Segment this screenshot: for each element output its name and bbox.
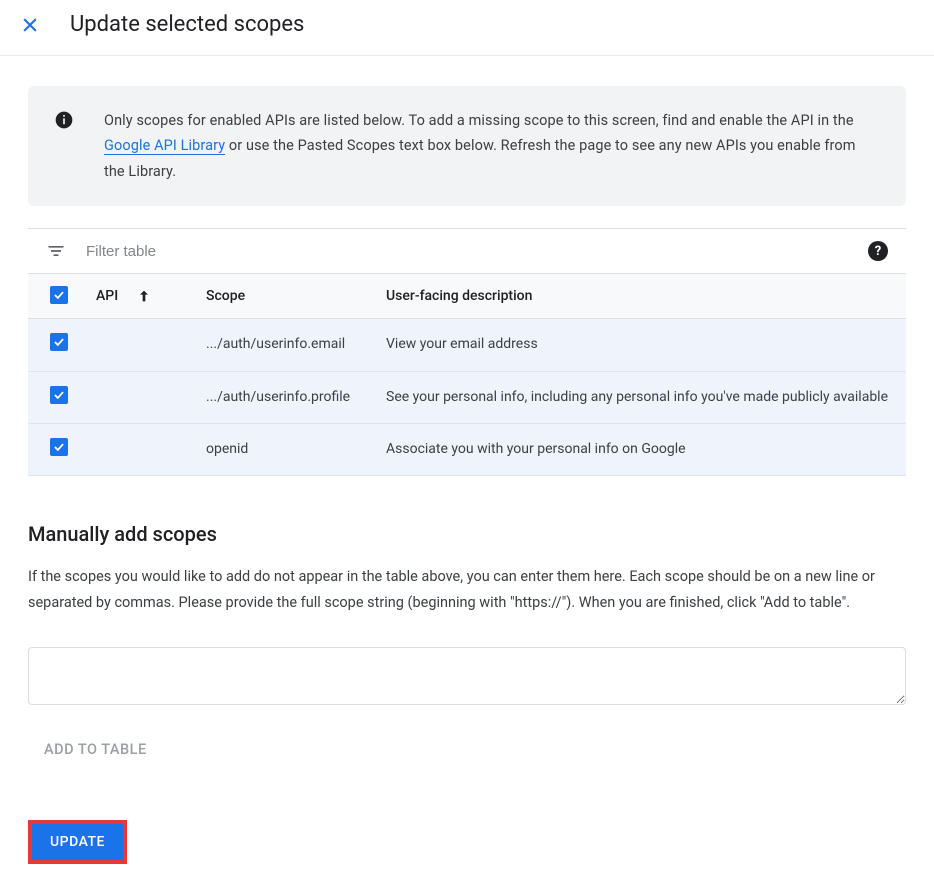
table-row: .../auth/userinfo.profile See your perso…: [28, 371, 906, 423]
row-checkbox[interactable]: [50, 386, 68, 404]
cell-api: [88, 371, 198, 423]
filter-bar: ?: [28, 229, 906, 274]
manual-description: If the scopes you would like to add do n…: [28, 564, 906, 615]
dialog-footer: UPDATE: [0, 820, 934, 874]
page-title: Update selected scopes: [70, 12, 304, 37]
manual-title: Manually add scopes: [28, 522, 906, 546]
scopes-table: API Scope User-facing description .../au…: [28, 274, 906, 476]
info-text-part1: Only scopes for enabled APIs are listed …: [104, 112, 854, 129]
info-icon: [54, 110, 74, 130]
table-body: .../auth/userinfo.email View your email …: [28, 319, 906, 476]
cell-scope: openid: [198, 423, 378, 475]
table-row: openid Associate you with your personal …: [28, 423, 906, 475]
table-row: .../auth/userinfo.email View your email …: [28, 319, 906, 371]
cell-scope: .../auth/userinfo.profile: [198, 371, 378, 423]
sort-arrow-icon: [136, 288, 152, 304]
info-text: Only scopes for enabled APIs are listed …: [104, 108, 880, 184]
close-icon[interactable]: [18, 13, 42, 37]
cell-description: Associate you with your personal info on…: [378, 423, 906, 475]
cell-api: [88, 319, 198, 371]
api-library-link[interactable]: Google API Library: [104, 137, 225, 155]
cell-description: View your email address: [378, 319, 906, 371]
add-to-table-button[interactable]: ADD TO TABLE: [28, 731, 163, 768]
help-icon[interactable]: ?: [868, 241, 888, 261]
filter-input[interactable]: [86, 243, 848, 260]
row-checkbox[interactable]: [50, 438, 68, 456]
filter-icon[interactable]: [46, 241, 66, 261]
cell-scope: .../auth/userinfo.email: [198, 319, 378, 371]
header-scope[interactable]: Scope: [198, 274, 378, 319]
header-api[interactable]: API: [88, 274, 198, 319]
cell-description: See your personal info, including any pe…: [378, 371, 906, 423]
manual-scopes-textarea[interactable]: [28, 647, 906, 705]
select-all-checkbox[interactable]: [50, 286, 68, 304]
scopes-table-section: ? API Scope Use: [28, 228, 906, 476]
update-highlight: UPDATE: [28, 820, 127, 864]
update-button[interactable]: UPDATE: [32, 824, 123, 860]
manual-add-section: Manually add scopes If the scopes you wo…: [28, 476, 906, 768]
info-banner: Only scopes for enabled APIs are listed …: [28, 86, 906, 206]
dialog-header: Update selected scopes: [0, 0, 934, 56]
cell-api: [88, 423, 198, 475]
row-checkbox[interactable]: [50, 333, 68, 351]
header-description[interactable]: User-facing description: [378, 274, 906, 319]
table-header-row: API Scope User-facing description: [28, 274, 906, 319]
